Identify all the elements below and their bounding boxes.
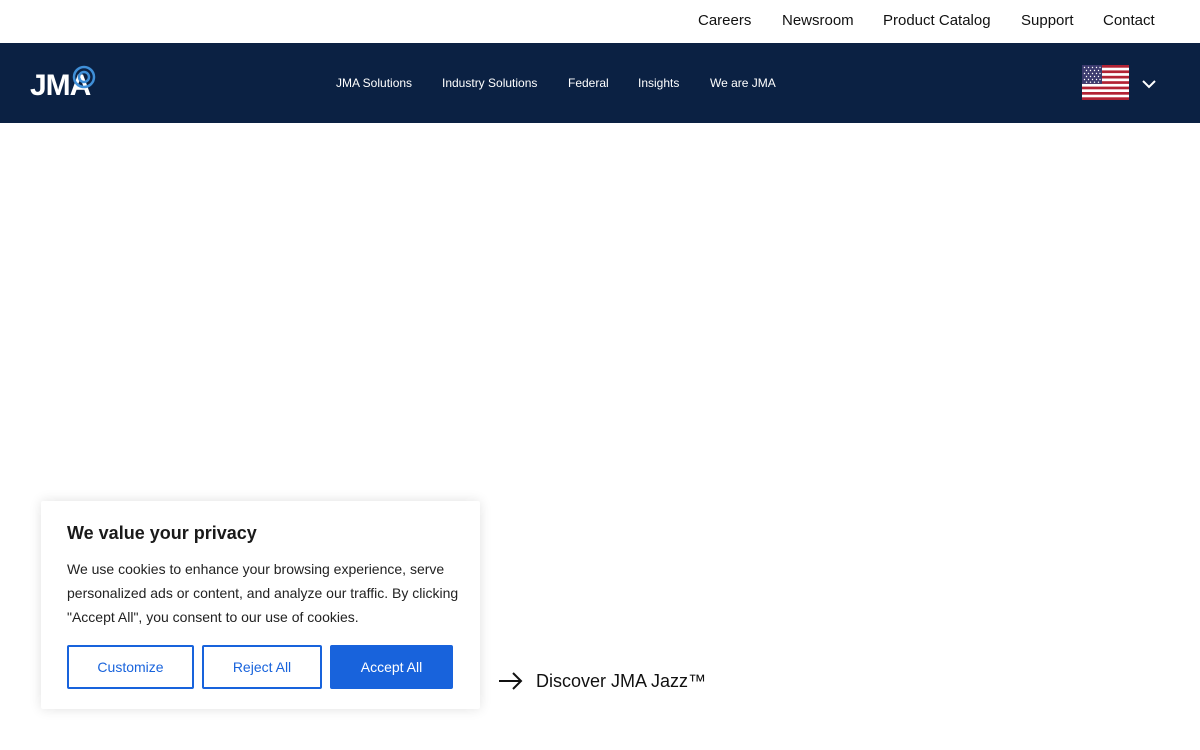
- reject-all-button[interactable]: Reject All: [202, 645, 322, 689]
- discover-jma-jazz-link[interactable]: Discover JMA Jazz™: [498, 668, 706, 694]
- cookie-title: We value your privacy: [67, 523, 257, 543]
- arrow-right-icon: [499, 672, 523, 690]
- us-flag-icon[interactable]: [1082, 65, 1129, 100]
- utility-link-newsroom[interactable]: Newsroom: [782, 12, 854, 29]
- utility-link-contact[interactable]: Contact: [1103, 12, 1155, 29]
- main-nav: JMA JMA Solutions Industry Solutions Fed…: [0, 43, 1200, 123]
- utility-link-support[interactable]: Support: [1021, 12, 1074, 29]
- nav-federal[interactable]: Federal: [568, 76, 609, 90]
- utility-bar: Careers Newsroom Product Catalog Support…: [0, 0, 1200, 43]
- utility-link-product-catalog[interactable]: Product Catalog: [883, 12, 991, 29]
- nav-industry-solutions[interactable]: Industry Solutions: [442, 76, 537, 90]
- nav-insights[interactable]: Insights: [638, 76, 679, 90]
- accept-all-button[interactable]: Accept All: [330, 645, 453, 689]
- chevron-down-icon[interactable]: [1141, 79, 1157, 89]
- jma-logo[interactable]: JMA: [30, 63, 100, 105]
- cookie-description: We use cookies to enhance your browsing …: [67, 561, 459, 625]
- discover-label: Discover JMA Jazz™: [536, 670, 707, 691]
- cookie-consent-banner: We value your privacy We use cookies to …: [41, 501, 480, 709]
- signal-icon: [72, 65, 96, 89]
- nav-jma-solutions[interactable]: JMA Solutions: [336, 76, 412, 90]
- nav-we-are-jma[interactable]: We are JMA: [710, 76, 776, 90]
- customize-button[interactable]: Customize: [67, 645, 194, 689]
- utility-link-careers[interactable]: Careers: [698, 12, 751, 29]
